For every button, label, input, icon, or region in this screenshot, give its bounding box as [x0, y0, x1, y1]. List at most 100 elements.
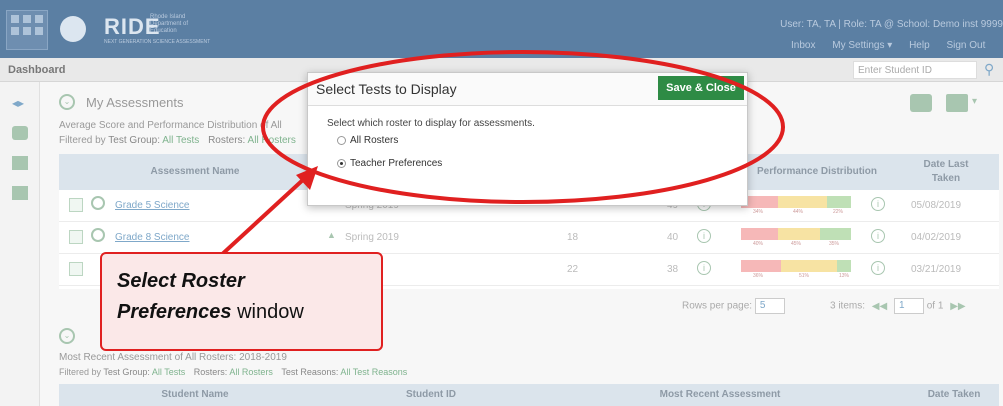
search-icon[interactable]: ⚲ — [984, 61, 994, 78]
inbox-link[interactable]: Inbox — [791, 40, 815, 51]
filter-label: Rosters: — [193, 367, 228, 377]
logo-icon — [60, 16, 86, 42]
filter-value[interactable]: All Tests — [152, 367, 185, 377]
assessment-link[interactable]: Grade 8 Science — [115, 232, 190, 243]
filter-prefix: Filtered by — [59, 135, 106, 146]
hierarchy-icon[interactable] — [12, 156, 28, 170]
perf-pct: 51% — [799, 273, 810, 279]
save-close-button[interactable]: Save & Close — [658, 76, 744, 100]
filter-line: Filtered by Test Group: All Tests Roster… — [59, 135, 296, 146]
section-title: My Assessments — [86, 95, 184, 110]
filter-label: Test Group: — [108, 135, 160, 146]
zoom-icon[interactable] — [91, 196, 105, 210]
perf-seg-high — [837, 260, 851, 272]
col-student-id[interactable]: Student ID — [331, 384, 531, 406]
students-cell: 18 — [567, 232, 579, 243]
avg-cell: 40 — [667, 232, 679, 243]
app-grid-icon[interactable] — [6, 10, 48, 50]
info-icon[interactable]: i — [697, 261, 711, 275]
callout-line1: Select Roster — [117, 270, 245, 292]
breadcrumb[interactable]: Dashboard — [8, 64, 65, 76]
performance-bar[interactable]: 36% 51% 13% — [741, 260, 851, 279]
option-teacher-preferences[interactable]: Teacher Preferences — [337, 158, 443, 169]
filter-value[interactable]: All Tests — [162, 135, 199, 146]
col-performance[interactable]: Performance Distribution — [731, 154, 893, 190]
first-page-icon[interactable]: ◀◀ — [872, 301, 887, 312]
performance-bar[interactable]: 40% 45% 35% — [741, 228, 851, 247]
left-rail: ◂▸ — [0, 82, 40, 406]
select-tests-dialog: Select Tests to Display Save & Close Sel… — [307, 72, 748, 206]
expand-icon[interactable]: ◂▸ — [12, 96, 28, 110]
option-label: All Rosters — [350, 135, 399, 146]
perf-pct: 40% — [753, 241, 764, 247]
report-icon[interactable] — [69, 230, 83, 244]
perf-seg-mid — [778, 228, 820, 240]
perf-pct: 22% — [833, 209, 844, 215]
col-assessment-name[interactable]: Assessment Name — [59, 154, 331, 190]
option-label: Teacher Preferences — [350, 158, 443, 169]
avg-cell: 38 — [667, 264, 679, 275]
col-student-name[interactable]: Student Name — [59, 384, 331, 406]
info-icon[interactable]: i — [871, 229, 885, 243]
my-settings-link[interactable]: My Settings ▾ — [832, 40, 892, 51]
sign-out-link[interactable]: Sign Out — [946, 40, 985, 51]
logo-tagline: NEXT GENERATION SCIENCE ASSESSMENT — [104, 39, 211, 45]
help-link[interactable]: Help — [909, 40, 930, 51]
perf-seg-low — [741, 228, 778, 240]
radio-teacher-preferences[interactable] — [337, 159, 346, 168]
callout-line2: Preferences window — [117, 301, 304, 324]
filter-value[interactable]: All Rosters — [229, 367, 273, 377]
perf-seg-high — [827, 196, 851, 208]
perf-seg-low — [741, 260, 781, 272]
header-links: Inbox My Settings ▾ Help Sign Out — [791, 40, 999, 51]
col-date-last-taken[interactable]: Date Last Taken — [893, 154, 999, 190]
perf-seg-mid — [781, 260, 837, 272]
radio-all-rosters[interactable] — [337, 136, 346, 145]
rows-per-page-label: Rows per page: — [682, 300, 753, 312]
logo-subtitle: Rhode Island Department of Education — [150, 14, 189, 34]
rows-per-page: Rows per page: 5 — [682, 298, 785, 314]
rows-per-page-input[interactable]: 5 — [754, 298, 785, 314]
date-cell: 03/21/2019 — [911, 264, 962, 275]
dialog-prompt: Select which roster to display for asses… — [327, 118, 535, 129]
roster-toggle-icon[interactable] — [910, 94, 932, 112]
perf-seg-high — [820, 228, 851, 240]
option-all-rosters[interactable]: All Rosters — [337, 135, 399, 146]
filter-value[interactable]: All Rosters — [248, 135, 296, 146]
callout-em: Preferences — [117, 301, 232, 323]
info-icon[interactable]: i — [697, 229, 711, 243]
zoom-icon[interactable] — [91, 228, 105, 242]
perf-pct: 44% — [793, 209, 804, 215]
performance-bar[interactable]: 34% 44% 22% — [741, 196, 851, 215]
table-row: Grade 8 Science ▲ Spring 2019 18 40 i 40… — [59, 222, 999, 254]
page-of: of 1 — [926, 300, 944, 312]
col-date-taken[interactable]: Date Taken — [909, 384, 999, 406]
print-icon[interactable] — [946, 94, 968, 112]
info-icon[interactable]: i — [871, 261, 885, 275]
assessment-link[interactable]: Grade 5 Science — [115, 200, 190, 211]
notes-icon[interactable] — [12, 186, 28, 200]
sort-icon[interactable]: ▲ — [327, 230, 336, 240]
filter-value[interactable]: All Test Reasons — [340, 367, 407, 377]
annotation-callout: Select Roster Preferences window — [100, 252, 383, 351]
perf-pct: 36% — [753, 273, 764, 279]
filter-line: Filtered by Test Group: All Tests Roster… — [59, 367, 407, 377]
perf-pct: 35% — [829, 241, 840, 247]
print-dropdown-icon[interactable]: ▾ — [972, 96, 977, 107]
last-page-icon[interactable]: ▶▶ — [950, 301, 965, 312]
pagination: 3 items: ◀◀ 1 of 1 ▶▶ — [830, 298, 966, 314]
collapse-icon[interactable]: ⌄ — [59, 328, 75, 344]
roster-icon[interactable] — [12, 126, 28, 140]
section-subtitle: Average Score and Performance Distributi… — [59, 120, 282, 131]
report-icon[interactable] — [69, 198, 83, 212]
info-icon[interactable]: i — [871, 197, 885, 211]
report-icon[interactable] — [69, 262, 83, 276]
students-cell: 22 — [567, 264, 579, 275]
filter-label: Test Reasons: — [281, 367, 339, 377]
page-input[interactable]: 1 — [893, 298, 924, 314]
perf-pct: 13% — [839, 273, 850, 279]
collapse-icon[interactable]: ⌄ — [59, 94, 75, 110]
student-id-input[interactable]: Enter Student ID — [853, 61, 977, 79]
admin-cell: Spring 2019 — [345, 232, 399, 243]
col-most-recent[interactable]: Most Recent Assessment — [531, 384, 909, 406]
